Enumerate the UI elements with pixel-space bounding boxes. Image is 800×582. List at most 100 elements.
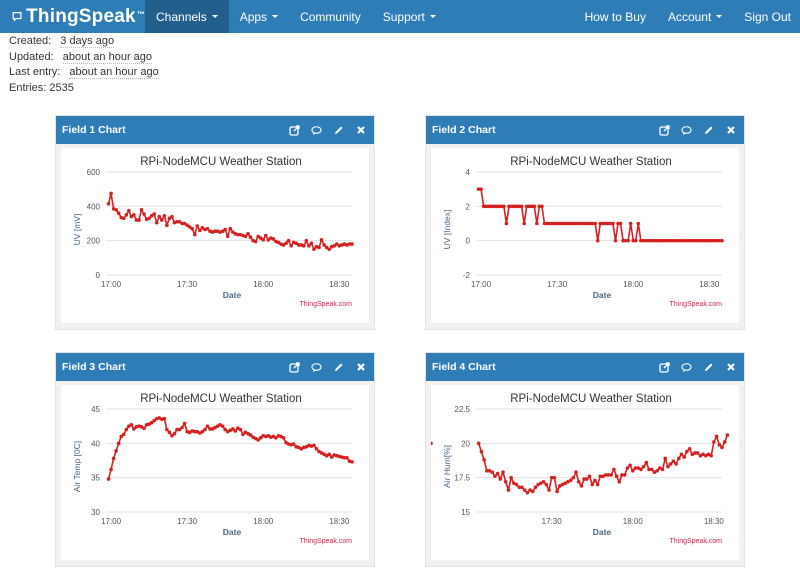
nav-channels[interactable]: Channels <box>145 0 229 33</box>
data-point[interactable] <box>228 226 233 231</box>
data-point[interactable] <box>722 440 727 444</box>
data-point[interactable] <box>142 426 146 431</box>
data-point[interactable] <box>205 226 210 231</box>
data-point[interactable] <box>502 204 506 209</box>
data-point[interactable] <box>493 474 497 479</box>
data-point[interactable] <box>593 221 597 226</box>
data-point[interactable] <box>203 427 207 432</box>
data-point[interactable] <box>626 238 630 243</box>
data-point[interactable] <box>190 226 195 231</box>
data-point[interactable] <box>641 464 646 469</box>
data-point[interactable] <box>159 218 164 222</box>
data-point[interactable] <box>585 477 589 481</box>
data-point[interactable] <box>676 456 681 461</box>
data-point[interactable] <box>121 216 126 221</box>
chart-credit-link[interactable]: ThingSpeak.com <box>669 538 722 545</box>
data-point[interactable] <box>682 455 686 459</box>
data-point[interactable] <box>571 475 576 480</box>
external-link-icon[interactable] <box>289 361 300 373</box>
data-point[interactable] <box>205 424 210 428</box>
nav-support[interactable]: Support <box>372 0 447 33</box>
data-point[interactable] <box>533 485 538 490</box>
data-point[interactable] <box>522 221 526 226</box>
data-point[interactable] <box>106 477 111 481</box>
external-link-icon[interactable] <box>659 361 670 373</box>
data-point[interactable] <box>509 475 513 480</box>
data-point[interactable] <box>198 228 202 233</box>
data-point[interactable] <box>114 207 118 212</box>
data-point[interactable] <box>322 243 326 247</box>
data-point[interactable] <box>124 427 129 432</box>
data-point[interactable] <box>519 204 524 209</box>
data-point[interactable] <box>595 238 600 243</box>
data-point[interactable] <box>307 244 311 248</box>
data-point[interactable] <box>223 227 227 232</box>
data-point[interactable] <box>172 431 177 436</box>
data-point[interactable] <box>712 440 716 444</box>
close-icon[interactable] <box>355 125 366 136</box>
data-point[interactable] <box>225 234 230 239</box>
close-icon[interactable] <box>355 362 366 373</box>
data-point[interactable] <box>220 424 225 428</box>
data-point[interactable] <box>157 214 162 219</box>
data-point[interactable] <box>114 449 118 453</box>
data-point[interactable] <box>590 482 595 487</box>
data-point[interactable] <box>304 238 309 243</box>
data-point[interactable] <box>162 416 167 421</box>
data-point[interactable] <box>660 467 665 472</box>
data-point[interactable] <box>243 234 248 239</box>
data-point[interactable] <box>327 247 331 252</box>
data-point[interactable] <box>476 441 481 446</box>
data-point[interactable] <box>613 238 618 243</box>
data-point[interactable] <box>633 238 638 243</box>
pencil-icon[interactable] <box>703 125 714 136</box>
data-point[interactable] <box>579 484 584 488</box>
data-point[interactable] <box>618 221 623 226</box>
data-point[interactable] <box>514 482 519 487</box>
data-point[interactable] <box>233 429 238 433</box>
data-point[interactable] <box>165 427 169 432</box>
data-point[interactable] <box>147 216 151 221</box>
data-point[interactable] <box>532 204 537 209</box>
data-point[interactable] <box>142 212 146 216</box>
data-point[interactable] <box>568 478 573 483</box>
data-point[interactable] <box>314 447 319 451</box>
data-point[interactable] <box>685 449 689 454</box>
data-point[interactable] <box>490 470 495 474</box>
data-point[interactable] <box>116 211 121 215</box>
data-point[interactable] <box>182 421 187 426</box>
close-icon[interactable] <box>725 125 736 136</box>
data-point[interactable] <box>587 474 592 479</box>
data-point[interactable] <box>271 237 276 241</box>
data-point[interactable] <box>495 471 500 476</box>
comment-icon[interactable] <box>681 362 692 373</box>
data-point[interactable] <box>116 441 121 446</box>
comment-icon[interactable] <box>311 362 322 373</box>
data-point[interactable] <box>725 433 730 437</box>
data-point[interactable] <box>525 490 530 495</box>
data-point[interactable] <box>192 232 197 237</box>
data-point[interactable] <box>154 220 159 225</box>
data-point[interactable] <box>137 218 141 222</box>
data-point[interactable] <box>671 459 676 463</box>
data-point[interactable] <box>576 479 581 484</box>
data-point[interactable] <box>614 474 619 479</box>
data-point[interactable] <box>106 201 111 206</box>
data-point[interactable] <box>482 458 486 462</box>
nav-account[interactable]: Account <box>657 0 733 33</box>
data-point[interactable] <box>547 488 551 492</box>
data-point[interactable] <box>666 464 670 469</box>
data-point[interactable] <box>625 466 630 470</box>
data-point[interactable] <box>431 441 433 446</box>
data-point[interactable] <box>132 213 136 217</box>
data-point[interactable] <box>540 204 544 209</box>
data-point[interactable] <box>248 235 253 240</box>
pencil-icon[interactable] <box>703 362 714 373</box>
data-point[interactable] <box>253 239 258 244</box>
data-point[interactable] <box>312 247 316 252</box>
comment-icon[interactable] <box>681 125 692 136</box>
data-point[interactable] <box>501 470 505 474</box>
data-point[interactable] <box>611 221 615 226</box>
data-point[interactable] <box>350 242 354 246</box>
chart-credit-link[interactable]: ThingSpeak.com <box>299 538 352 545</box>
